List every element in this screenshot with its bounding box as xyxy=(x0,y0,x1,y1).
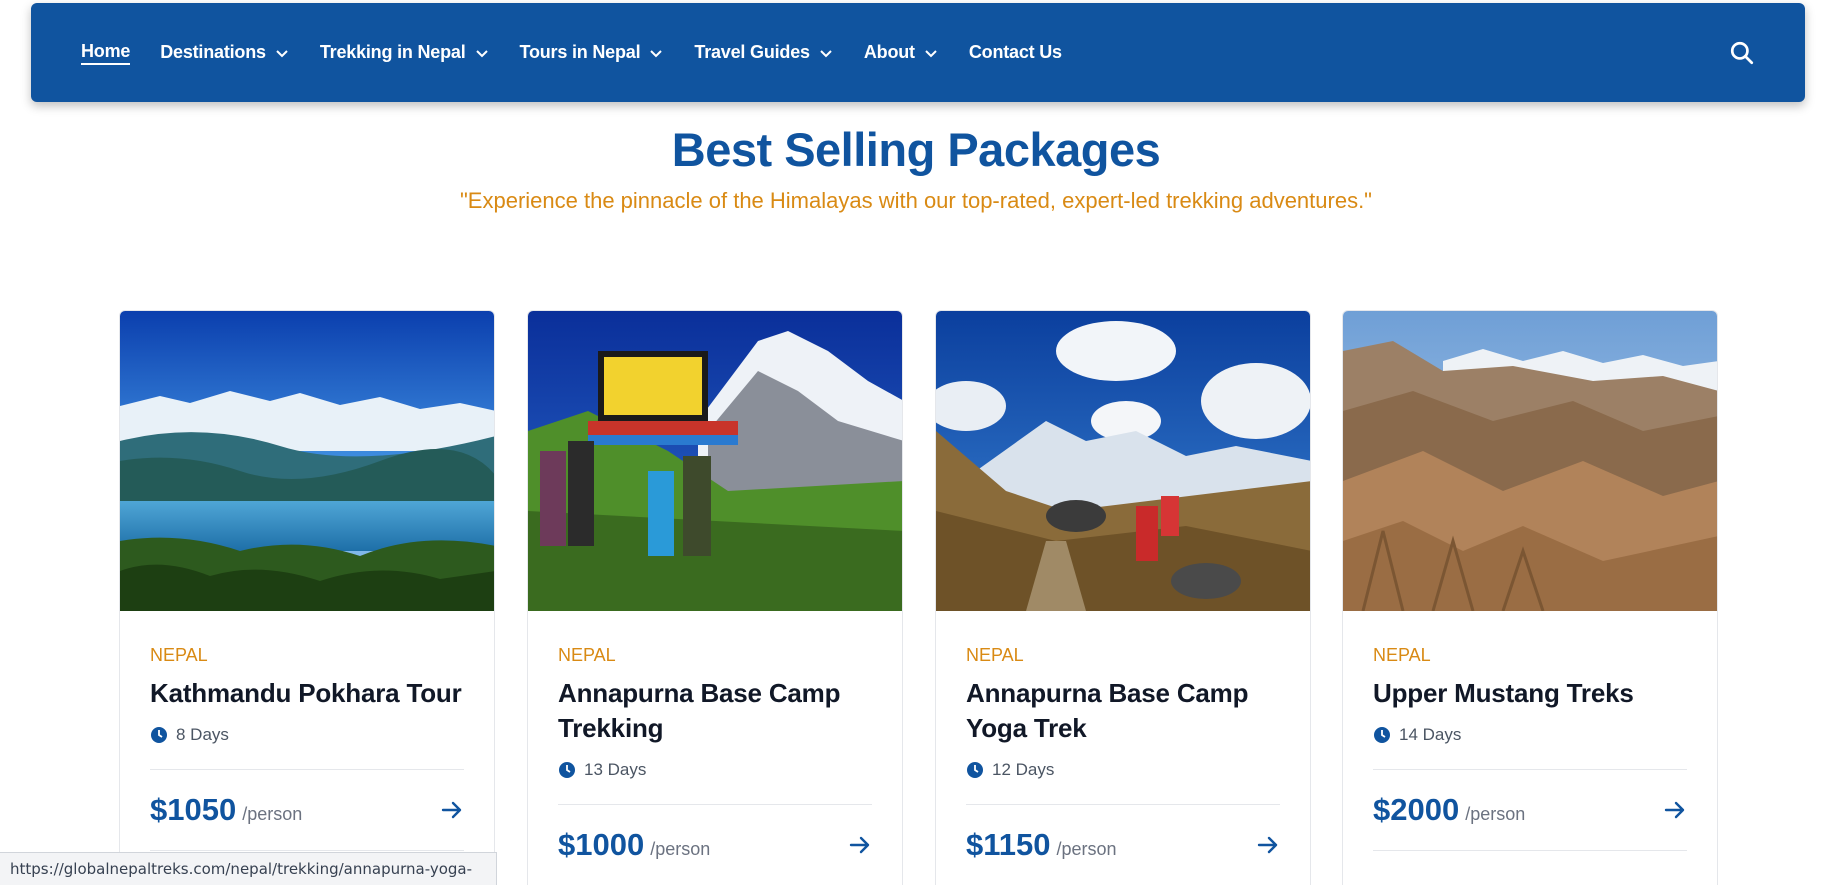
nav-destinations-label: Destinations xyxy=(160,42,266,62)
card-country: NEPAL xyxy=(150,645,208,665)
card-duration-label: 8 Days xyxy=(176,725,229,744)
package-image[interactable] xyxy=(528,311,902,611)
package-card[interactable]: NEPAL Annapurna Base Camp Yoga Trek 12 D… xyxy=(935,310,1311,885)
nav-home[interactable]: Home xyxy=(81,41,130,65)
chevron-down-icon xyxy=(475,49,488,57)
card-price-value: $1150 xyxy=(966,827,1051,862)
package-image[interactable] xyxy=(120,311,494,611)
section-title: Best Selling Packages xyxy=(671,123,1161,176)
clock-icon xyxy=(1374,727,1390,743)
card-duration: 13 Days xyxy=(558,760,872,805)
clock-icon xyxy=(967,762,983,778)
card-price-value: $1050 xyxy=(150,792,237,827)
arrow-right-icon[interactable] xyxy=(1256,833,1280,857)
chevron-down-icon xyxy=(650,49,663,57)
card-duration: 8 Days xyxy=(150,725,464,770)
card-price-row: $1150/person xyxy=(966,805,1280,885)
package-card[interactable]: NEPAL Upper Mustang Treks 14 Days $2000/… xyxy=(1342,310,1718,885)
card-duration-label: 12 Days xyxy=(992,760,1055,779)
card-price: $1000/person xyxy=(558,827,710,863)
card-title[interactable]: Kathmandu Pokhara Tour xyxy=(150,676,464,711)
card-title[interactable]: Annapurna Base Camp Yoga Trek xyxy=(966,676,1280,746)
card-duration: 12 Days xyxy=(966,760,1280,805)
arrow-right-icon[interactable] xyxy=(1663,798,1687,822)
nav-trekking-label: Trekking in Nepal xyxy=(319,42,466,62)
chevron-down-icon xyxy=(820,49,832,57)
card-price-unit: /person xyxy=(1465,804,1526,824)
status-bar-url: https://globalnepaltreks.com/nepal/trekk… xyxy=(0,852,497,885)
card-body: NEPAL Annapurna Base Camp Trekking 13 Da… xyxy=(528,611,902,885)
card-title[interactable]: Annapurna Base Camp Trekking xyxy=(558,676,872,746)
chevron-down-icon xyxy=(925,49,937,57)
package-card[interactable]: NEPAL Annapurna Base Camp Trekking 13 Da… xyxy=(527,310,903,885)
nav-tours-in-nepal[interactable]: Tours in Nepal xyxy=(520,42,665,63)
card-price: $1050/person xyxy=(150,792,302,828)
card-price-unit: /person xyxy=(650,839,711,859)
card-duration-label: 14 Days xyxy=(1399,725,1462,744)
nav-about-label: About xyxy=(863,42,915,62)
nav-tours-label: Tours in Nepal xyxy=(519,42,641,62)
card-body: NEPAL Kathmandu Pokhara Tour 8 Days $105… xyxy=(120,611,494,851)
card-title[interactable]: Upper Mustang Treks xyxy=(1373,676,1687,711)
package-card[interactable]: NEPAL Kathmandu Pokhara Tour 8 Days $105… xyxy=(119,310,495,885)
card-price-value: $2000 xyxy=(1373,792,1460,827)
section-subtitle: "Experience the pinnacle of the Himalaya… xyxy=(460,188,1372,213)
search-icon[interactable] xyxy=(1729,40,1755,66)
card-body: NEPAL Annapurna Base Camp Yoga Trek 12 D… xyxy=(936,611,1310,885)
card-body: NEPAL Upper Mustang Treks 14 Days $2000/… xyxy=(1343,611,1717,851)
card-country: NEPAL xyxy=(1373,645,1431,665)
nav-travel-guides[interactable]: Travel Guides xyxy=(694,42,833,63)
card-price: $1150/person xyxy=(966,827,1117,863)
card-country: NEPAL xyxy=(966,645,1024,665)
arrow-right-icon[interactable] xyxy=(440,798,464,822)
card-price-unit: /person xyxy=(1056,839,1117,859)
package-image[interactable] xyxy=(1343,311,1717,611)
nav-about[interactable]: About xyxy=(864,42,939,63)
nav-destinations[interactable]: Destinations xyxy=(160,42,290,63)
card-price-row: $2000/person xyxy=(1373,770,1687,851)
card-price-unit: /person xyxy=(242,804,303,824)
card-price: $2000/person xyxy=(1373,792,1525,828)
main-nav: Home Destinations Trekking in Nepal Tour… xyxy=(81,3,1092,102)
card-price-value: $1000 xyxy=(558,827,645,862)
nav-contact-us[interactable]: Contact Us xyxy=(969,42,1062,63)
nav-home-label: Home xyxy=(81,41,130,65)
chevron-down-icon xyxy=(276,49,288,57)
clock-icon xyxy=(151,727,167,743)
nav-trekking-in-nepal[interactable]: Trekking in Nepal xyxy=(320,42,490,63)
clock-icon xyxy=(559,762,575,778)
card-country: NEPAL xyxy=(558,645,616,665)
card-duration: 14 Days xyxy=(1373,725,1687,770)
arrow-right-icon[interactable] xyxy=(848,833,872,857)
card-price-row: $1000/person xyxy=(558,805,872,885)
card-duration-label: 13 Days xyxy=(584,760,647,779)
package-image[interactable] xyxy=(936,311,1310,611)
nav-travel-guides-label: Travel Guides xyxy=(694,42,810,62)
nav-contact-label: Contact Us xyxy=(968,42,1062,62)
main-navbar: Home Destinations Trekking in Nepal Tour… xyxy=(31,3,1805,102)
card-price-row: $1050/person xyxy=(150,770,464,851)
